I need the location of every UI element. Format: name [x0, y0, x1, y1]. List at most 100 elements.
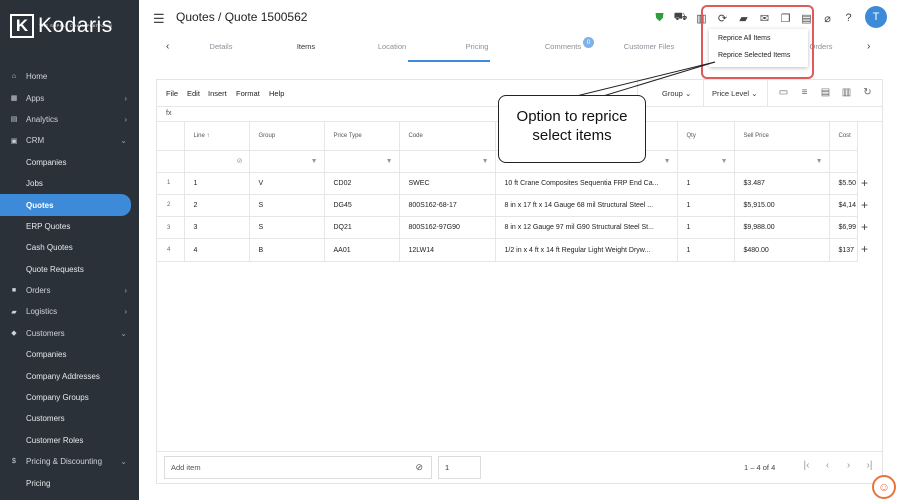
table-row[interactable]: 2 2 S DG45 800S162-68-17 8 in x 17 ft x 14 Ga… [157, 194, 858, 218]
menu-help[interactable]: Help [269, 89, 284, 98]
col-header-line[interactable]: Line ↑ [184, 122, 250, 151]
tab-pricing[interactable]: Pricing [442, 42, 512, 51]
add-item-qty-input[interactable]: 1 [438, 456, 481, 479]
first-page-icon[interactable]: |‹ [796, 460, 817, 471]
col-header-qty[interactable]: Qty [677, 122, 735, 151]
cell-sell-price[interactable]: $9,988.00 [734, 216, 830, 240]
filter-icon[interactable]: ▼ [677, 150, 735, 173]
sidebar-item-erp-quotes[interactable]: ERP Quotes [0, 216, 139, 237]
link-off-icon[interactable]: ⊘ [415, 462, 423, 473]
sidebar-item-analytics[interactable]: ▤ Analytics › [0, 109, 139, 130]
add-item-input[interactable]: Add item ⊘ [164, 456, 432, 479]
sidebar-item-orders[interactable]: ■ Orders › [0, 280, 139, 301]
paperclip-icon[interactable]: ⌀ [817, 10, 838, 26]
tab-location[interactable]: Location [357, 42, 427, 51]
col-header-code[interactable]: Code [399, 122, 496, 151]
tab-customer-files[interactable]: Customer Files [614, 42, 684, 51]
tab-prev-arrow-icon[interactable]: ‹ [166, 41, 169, 52]
sidebar-item-companies[interactable]: Companies [0, 152, 139, 173]
tab-details[interactable]: Details [186, 42, 256, 51]
sidebar-item-home[interactable]: ⌂ Home [0, 66, 139, 87]
cell-cost[interactable]: $137 [829, 238, 858, 262]
sidebar-item-quote-requests[interactable]: Quote Requests [0, 259, 139, 280]
cell-description[interactable]: 8 in x 17 ft x 14 Gauge 68 mil Structura… [495, 194, 678, 218]
cell-group[interactable]: S [249, 216, 325, 240]
table-row[interactable]: 4 4 B AA01 12LW14 1/2 in x 4 ft x 14 ft Regul… [157, 238, 858, 262]
filter-icon[interactable]: ▼ [399, 150, 496, 173]
tab-items[interactable]: Items [271, 42, 341, 51]
cell-price-type[interactable]: DQ21 [324, 216, 400, 240]
refresh-icon[interactable]: ↻ [857, 87, 878, 98]
menu-format[interactable]: Format [236, 89, 260, 98]
price-level-select[interactable]: Price Level ⌄ [703, 80, 768, 107]
cell-description[interactable]: 10 ft Crane Composites Sequentia FRP End… [495, 172, 678, 195]
cell-code[interactable]: 800S162-97G90 [399, 216, 496, 240]
sidebar-item-jobs[interactable]: Jobs [0, 173, 139, 194]
hamburger-menu-icon[interactable]: ☰ [153, 11, 165, 27]
cell-qty[interactable]: 1 [677, 194, 735, 218]
menu-edit[interactable]: Edit [187, 89, 200, 98]
cell-price-type[interactable]: DG45 [324, 194, 400, 218]
cell-sell-price[interactable]: $3.487 [734, 172, 830, 195]
sidebar-item-pricing-discounting[interactable]: $ Pricing & Discounting ⌄ [0, 451, 139, 472]
cell-code[interactable]: SWEC [399, 172, 496, 195]
cell-cost[interactable]: $6,99 [829, 216, 858, 240]
cell-group[interactable]: B [249, 238, 325, 262]
sidebar-item-customer-roles[interactable]: Customer Roles [0, 430, 139, 451]
filter-icon[interactable]: ▼ [734, 150, 830, 173]
group-select[interactable]: Group ⌄ [637, 80, 702, 107]
col-header-cost[interactable]: Cost [829, 122, 858, 151]
filter-icon[interactable]: ▼ [249, 150, 325, 173]
sidebar-item-pricing[interactable]: Pricing [0, 472, 139, 493]
sidebar-item-customers[interactable]: ◆ Customers ⌄ [0, 323, 139, 344]
sidebar-item-logistics[interactable]: ▰ Logistics › [0, 301, 139, 322]
tab-next-arrow-icon[interactable]: › [867, 41, 870, 52]
cell-line[interactable]: 1 [184, 172, 250, 195]
last-page-icon[interactable]: ›| [859, 460, 880, 471]
add-row-icon[interactable]: + [861, 242, 868, 256]
chat-help-icon[interactable]: ☺ [872, 475, 896, 499]
col-header-sell-price[interactable]: Sell Price [734, 122, 830, 151]
comment-icon[interactable]: ▤ [815, 87, 836, 98]
avatar[interactable]: T [865, 6, 887, 28]
sidebar-item-quotes[interactable]: Quotes [0, 194, 131, 216]
menu-insert[interactable]: Insert [208, 89, 227, 98]
add-rows-icon[interactable]: ≡ [794, 87, 815, 98]
filter-clear-icon[interactable]: ⊘ [184, 150, 250, 173]
cell-code[interactable]: 12LW14 [399, 238, 496, 262]
cell-line[interactable]: 2 [184, 194, 250, 218]
cell-line[interactable]: 4 [184, 238, 250, 262]
cell-sell-price[interactable]: $480.00 [734, 238, 830, 262]
sidebar-item-company-addresses[interactable]: Company Addresses [0, 365, 139, 386]
sidebar-item-customers[interactable]: Customers [0, 408, 139, 429]
cell-qty[interactable]: 1 [677, 172, 735, 195]
columns-icon[interactable]: ▥ [836, 87, 857, 98]
cell-cost[interactable]: $5.50 [829, 172, 858, 195]
cell-sell-price[interactable]: $5,915.00 [734, 194, 830, 218]
add-row-icon[interactable]: + [861, 176, 868, 190]
cell-description[interactable]: 8 in x 12 Gauge 97 mil G90 Structural St… [495, 216, 678, 240]
truck-icon[interactable]: ⛟ [670, 10, 691, 26]
sidebar-item-cash-quotes[interactable]: Cash Quotes [0, 237, 139, 258]
col-header-group[interactable]: Group [249, 122, 325, 151]
filter-icon[interactable]: ▼ [324, 150, 400, 173]
cell-group[interactable]: S [249, 194, 325, 218]
add-row-icon[interactable]: + [861, 198, 868, 212]
menu-file[interactable]: File [166, 89, 178, 98]
table-row[interactable]: 3 3 S DQ21 800S162-97G90 8 in x 12 Gauge 97 m… [157, 216, 858, 240]
help-icon[interactable]: ? [838, 10, 859, 26]
prev-page-icon[interactable]: ‹ [817, 460, 838, 471]
next-page-icon[interactable]: › [838, 460, 859, 471]
shield-check-icon[interactable]: ⛊ [649, 10, 670, 26]
cell-group[interactable]: V [249, 172, 325, 195]
cell-line[interactable]: 3 [184, 216, 250, 240]
cell-qty[interactable]: 1 [677, 238, 735, 262]
sidebar-item-company-groups[interactable]: Company Groups [0, 387, 139, 408]
add-row-icon[interactable]: + [861, 220, 868, 234]
table-row[interactable]: 1 1 V CD02 SWEC 10 ft Crane Composites Sequen… [157, 172, 858, 195]
sidebar-item-companies[interactable]: Companies [0, 344, 139, 365]
image-icon[interactable]: ▭ [773, 87, 794, 98]
sidebar-item-crm[interactable]: ▣ CRM ⌄ [0, 130, 139, 151]
col-header-price-type[interactable]: Price Type [324, 122, 400, 151]
cell-code[interactable]: 800S162-68-17 [399, 194, 496, 218]
